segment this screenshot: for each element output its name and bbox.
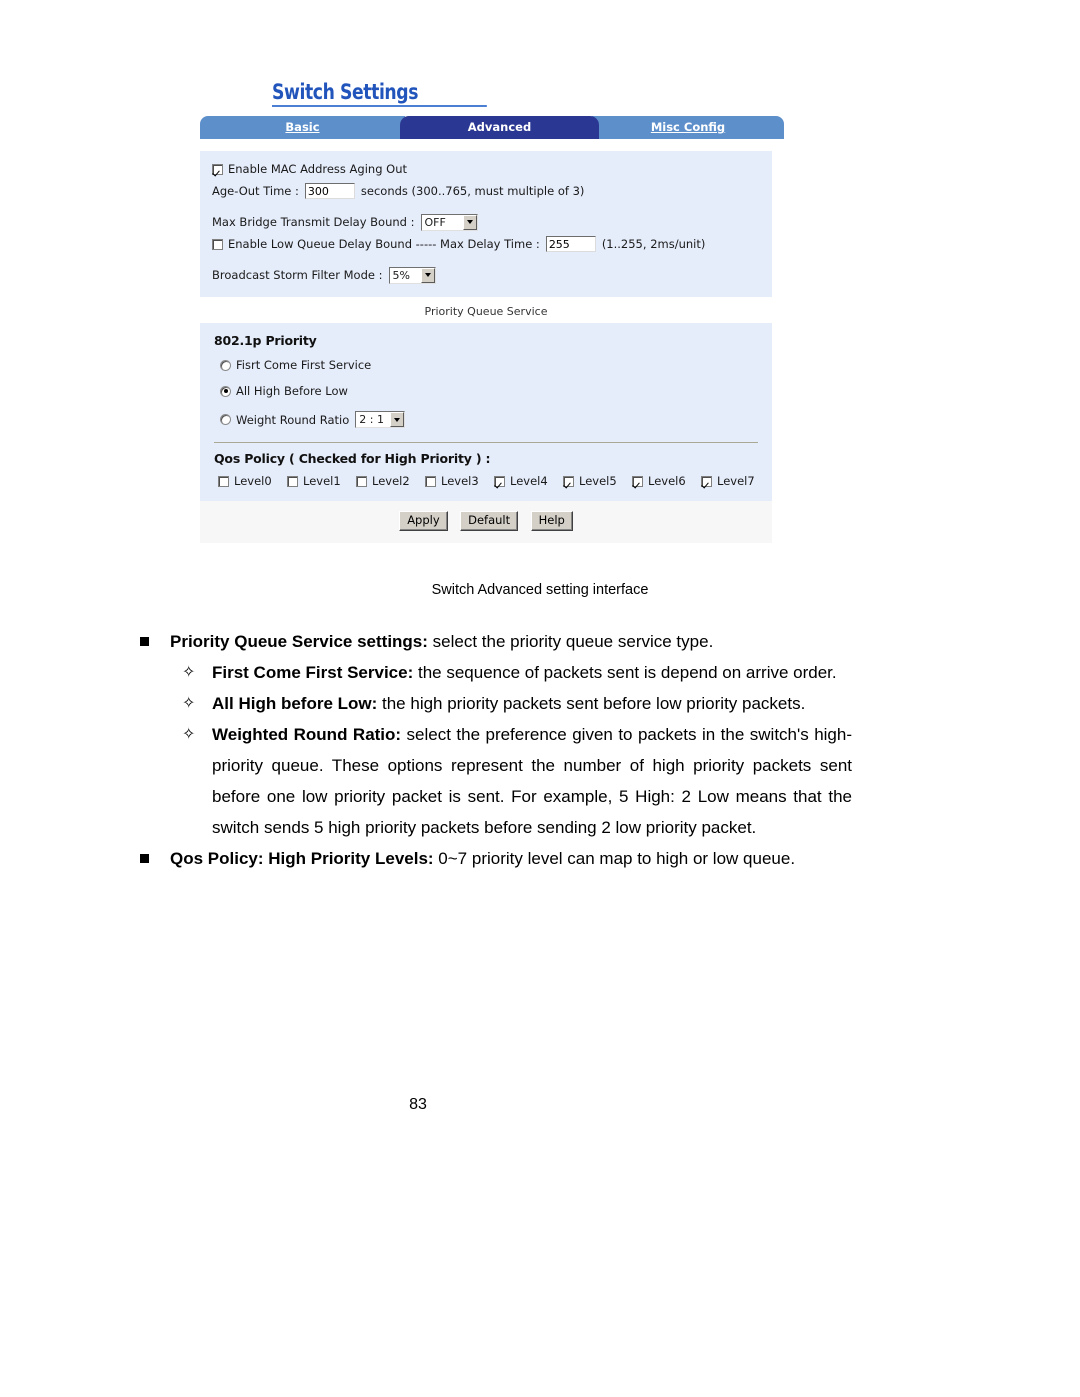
level3-checkbox[interactable] [425, 475, 436, 487]
weight-round-ratio-radio[interactable] [220, 414, 231, 426]
tab-basic[interactable]: Basic [200, 116, 405, 139]
screenshot-title-row: Switch Settings [190, 72, 782, 110]
level7-label: Level7 [717, 474, 755, 489]
level-item[interactable]: Level4 [494, 475, 563, 487]
first-come-first-service-label: Fisrt Come First Service [236, 358, 372, 373]
tab-advanced-label: Advanced [467, 120, 532, 134]
bullet-all-high-before-low: All High before Low: the high priority p… [138, 688, 852, 719]
level7-checkbox[interactable] [701, 475, 712, 487]
level2-label: Level2 [372, 474, 410, 489]
qos-policy-heading: Qos Policy ( Checked for High Priority )… [214, 451, 491, 467]
bullet-priority-queue-service-text: select the priority queue service type. [427, 632, 714, 651]
form-button-strip: Apply Default Help [200, 501, 772, 544]
bullet-first-come-first-service-bold: First Come First Service: [212, 663, 414, 682]
bullet-qos-policy-bold: Qos Policy: High Priority Levels: [170, 849, 434, 868]
level5-checkbox[interactable] [563, 475, 574, 487]
bullet-priority-queue-service-bold: Priority Queue Service settings: [170, 632, 428, 651]
radio-first-come-first-service[interactable]: Fisrt Come First Service [220, 359, 760, 371]
enable-low-queue-delay-label: Enable Low Queue Delay Bound ----- Max D… [228, 236, 540, 251]
radio-all-high-before-low[interactable]: All High Before Low [220, 385, 760, 397]
broadcast-storm-value: 5% [392, 268, 410, 282]
weight-round-ratio-select[interactable]: 2 : 1 [355, 411, 406, 429]
chevron-down-icon[interactable] [462, 214, 477, 230]
bullet-weighted-round-ratio-bold: Weighted Round Ratio: [212, 725, 402, 744]
broadcast-storm-label: Broadcast Storm Filter Mode : [212, 267, 383, 282]
priority-queue-service-caption: Priority Queue Service [424, 305, 548, 318]
page-title: Switch Settings [272, 80, 487, 108]
priority-queue-heading: 802.1p Priority [214, 333, 317, 348]
level4-checkbox[interactable] [494, 475, 505, 487]
row-age-out-time: Age-Out Time : seconds (300..765, must m… [212, 181, 760, 201]
section-divider [214, 442, 758, 444]
tab-basic-label: Basic [285, 120, 320, 134]
broadcast-storm-select[interactable]: 5% [388, 266, 436, 284]
tab-bar: Basic Advanced Misc Config [200, 116, 784, 139]
max-delay-time-input[interactable] [545, 236, 596, 252]
bullet-priority-queue-service: Priority Queue Service settings: select … [138, 626, 852, 657]
level3-label: Level3 [441, 474, 479, 489]
weight-round-ratio-label: Weight Round Ratio [236, 412, 350, 427]
bullet-first-come-first-service-text: the sequence of packets sent is depend o… [413, 663, 837, 682]
all-high-before-low-label: All High Before Low [236, 384, 348, 399]
bullet-first-come-first-service: First Come First Service: the sequence o… [138, 657, 852, 688]
enable-mac-aging-checkbox[interactable] [212, 163, 223, 175]
all-high-before-low-radio[interactable] [220, 385, 231, 397]
level2-checkbox[interactable] [356, 475, 367, 487]
bullet-all-high-before-low-bold: All High before Low: [212, 694, 378, 713]
general-settings-group: Enable MAC Address Aging Out Age-Out Tim… [200, 151, 772, 297]
level1-checkbox[interactable] [287, 475, 298, 487]
level-item[interactable]: Level6 [632, 475, 701, 487]
max-bridge-delay-select[interactable]: OFF [420, 213, 478, 231]
radio-weight-round-ratio[interactable]: Weight Round Ratio 2 : 1 [220, 411, 760, 429]
document-body: Priority Queue Service settings: select … [138, 626, 852, 874]
qos-levels-row: Level0 Level1 Level2 Level3 Level4 Level… [218, 475, 760, 487]
enable-mac-aging-label: Enable MAC Address Aging Out [228, 161, 408, 176]
level-item[interactable]: Level7 [701, 475, 770, 487]
apply-button[interactable]: Apply [399, 511, 448, 532]
age-out-time-label: Age-Out Time : [212, 183, 299, 198]
row-low-queue-delay: Enable Low Queue Delay Bound ----- Max D… [212, 234, 760, 254]
default-button[interactable]: Default [460, 511, 519, 532]
weight-round-ratio-value: 2 : 1 [359, 413, 384, 427]
bullet-weighted-round-ratio: Weighted Round Ratio: select the prefere… [138, 719, 852, 843]
age-out-time-hint: seconds (300..765, must multiple of 3) [360, 183, 585, 198]
max-bridge-delay-label: Max Bridge Transmit Delay Bound : [212, 214, 415, 229]
tab-misc-config-label: Misc Config [650, 120, 726, 134]
help-button[interactable]: Help [530, 511, 573, 532]
level5-label: Level5 [579, 474, 617, 489]
level-item[interactable]: Level0 [218, 475, 287, 487]
age-out-time-input[interactable] [304, 183, 355, 199]
priority-queue-group: 802.1p Priority Fisrt Come First Service… [200, 323, 772, 502]
max-bridge-delay-value: OFF [424, 215, 446, 229]
switch-settings-screenshot: Switch Settings Basic Advanced Misc Conf… [190, 72, 784, 572]
level-item[interactable]: Level1 [287, 475, 356, 487]
bullet-all-high-before-low-text: the high priority packets sent before lo… [377, 694, 806, 713]
row-max-bridge-delay: Max Bridge Transmit Delay Bound : OFF [212, 212, 760, 232]
page-number: 83 [409, 1096, 427, 1113]
level0-label: Level0 [234, 474, 272, 489]
chevron-down-icon[interactable] [390, 412, 405, 428]
bullet-qos-policy: Qos Policy: High Priority Levels: 0~7 pr… [138, 843, 852, 874]
enable-low-queue-delay-checkbox[interactable] [212, 238, 223, 250]
level1-label: Level1 [303, 474, 341, 489]
level-item[interactable]: Level5 [563, 475, 632, 487]
level6-checkbox[interactable] [632, 475, 643, 487]
row-broadcast-storm: Broadcast Storm Filter Mode : 5% [212, 265, 760, 285]
max-delay-time-hint: (1..255, 2ms/unit) [601, 236, 706, 251]
level-item[interactable]: Level3 [425, 475, 494, 487]
tab-misc-config[interactable]: Misc Config [592, 116, 784, 139]
figure-caption: Switch Advanced setting interface [431, 582, 649, 598]
level6-label: Level6 [648, 474, 686, 489]
bullet-qos-policy-text: 0~7 priority level can map to high or lo… [433, 849, 796, 868]
level4-label: Level4 [510, 474, 548, 489]
level-item[interactable]: Level2 [356, 475, 425, 487]
row-mac-aging: Enable MAC Address Aging Out [212, 159, 760, 179]
settings-panels: Enable MAC Address Aging Out Age-Out Tim… [200, 151, 772, 544]
chevron-down-icon[interactable] [420, 267, 435, 283]
tab-advanced[interactable]: Advanced [400, 116, 599, 139]
first-come-first-service-radio[interactable] [220, 359, 231, 371]
level0-checkbox[interactable] [218, 475, 229, 487]
